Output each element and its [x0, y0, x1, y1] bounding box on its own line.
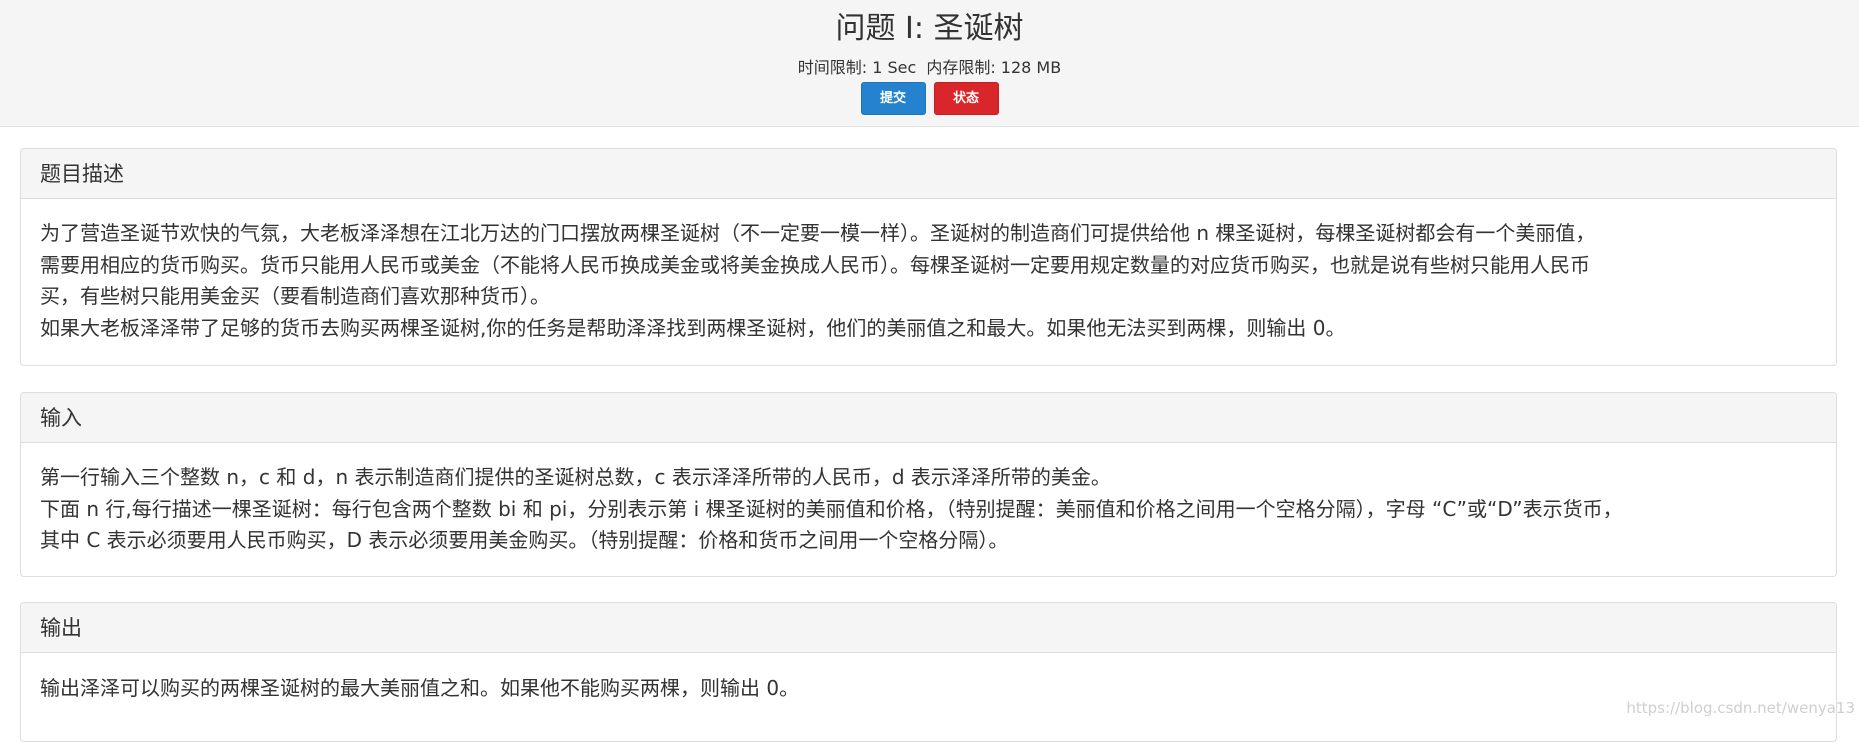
- input-heading: 输入: [21, 393, 1836, 443]
- description-line: 为了营造圣诞节欢快的气氛，大老板泽泽想在江北万达的门口摆放两棵圣诞树（不一定要一…: [40, 221, 1596, 245]
- output-panel: 输出 输出泽泽可以购买的两棵圣诞树的最大美丽值之和。如果他不能购买两棵，则输出 …: [20, 602, 1837, 742]
- submit-button[interactable]: 提交: [860, 82, 926, 115]
- description-panel: 题目描述 为了营造圣诞节欢快的气氛，大老板泽泽想在江北万达的门口摆放两棵圣诞树（…: [20, 148, 1837, 366]
- status-button[interactable]: 状态: [933, 82, 999, 115]
- problem-header: 问题 I: 圣诞树 时间限制: 1 Sec 内存限制: 128 MB 提交 状态: [0, 0, 1859, 127]
- input-panel: 输入 第一行输入三个整数 n，c 和 d，n 表示制造商们提供的圣诞树总数，c …: [20, 392, 1837, 577]
- description-line: 需要用相应的货币购买。货币只能用人民币或美金（不能将人民币换成美金或将美金换成人…: [40, 252, 1590, 277]
- description-body: 为了营造圣诞节欢快的气氛，大老板泽泽想在江北万达的门口摆放两棵圣诞树（不一定要一…: [21, 199, 1836, 344]
- input-body: 第一行输入三个整数 n，c 和 d，n 表示制造商们提供的圣诞树总数，c 表示泽…: [21, 443, 1836, 557]
- output-body: 输出泽泽可以购买的两棵圣诞树的最大美丽值之和。如果他不能购买两棵，则输出 0。: [21, 653, 1836, 705]
- time-limit: 时间限制: 1 Sec: [797, 58, 917, 77]
- output-heading: 输出: [21, 603, 1836, 653]
- limits-line: 时间限制: 1 Sec 内存限制: 128 MB: [0, 57, 1859, 79]
- description-line: 如果大老板泽泽带了足够的货币去购买两棵圣诞树,你的任务是帮助泽泽找到两棵圣诞树，…: [40, 315, 1346, 340]
- action-buttons: 提交 状态: [0, 82, 1859, 115]
- page-title: 问题 I: 圣诞树: [835, 11, 1024, 46]
- output-line: 输出泽泽可以购买的两棵圣诞树的最大美丽值之和。如果他不能购买两棵，则输出 0。: [40, 676, 800, 700]
- description-line: 买，有些树只能用美金买（要看制造商们喜欢那种货币）。: [40, 284, 550, 308]
- input-line: 第一行输入三个整数 n，c 和 d，n 表示制造商们提供的圣诞树总数，c 表示泽…: [40, 465, 1111, 489]
- memory-limit: 内存限制: 128 MB: [926, 58, 1062, 77]
- watermark: https://blog.csdn.net/wenya13: [1626, 699, 1855, 717]
- input-line: 其中 C 表示必须要用人民币购买，D 表示必须要用美金购买。（特别提醒：价格和货…: [40, 528, 1009, 552]
- description-heading: 题目描述: [21, 149, 1836, 199]
- input-line: 下面 n 行,每行描述一棵圣诞树：每行包含两个整数 bi 和 pi，分别表示第 …: [40, 496, 1623, 521]
